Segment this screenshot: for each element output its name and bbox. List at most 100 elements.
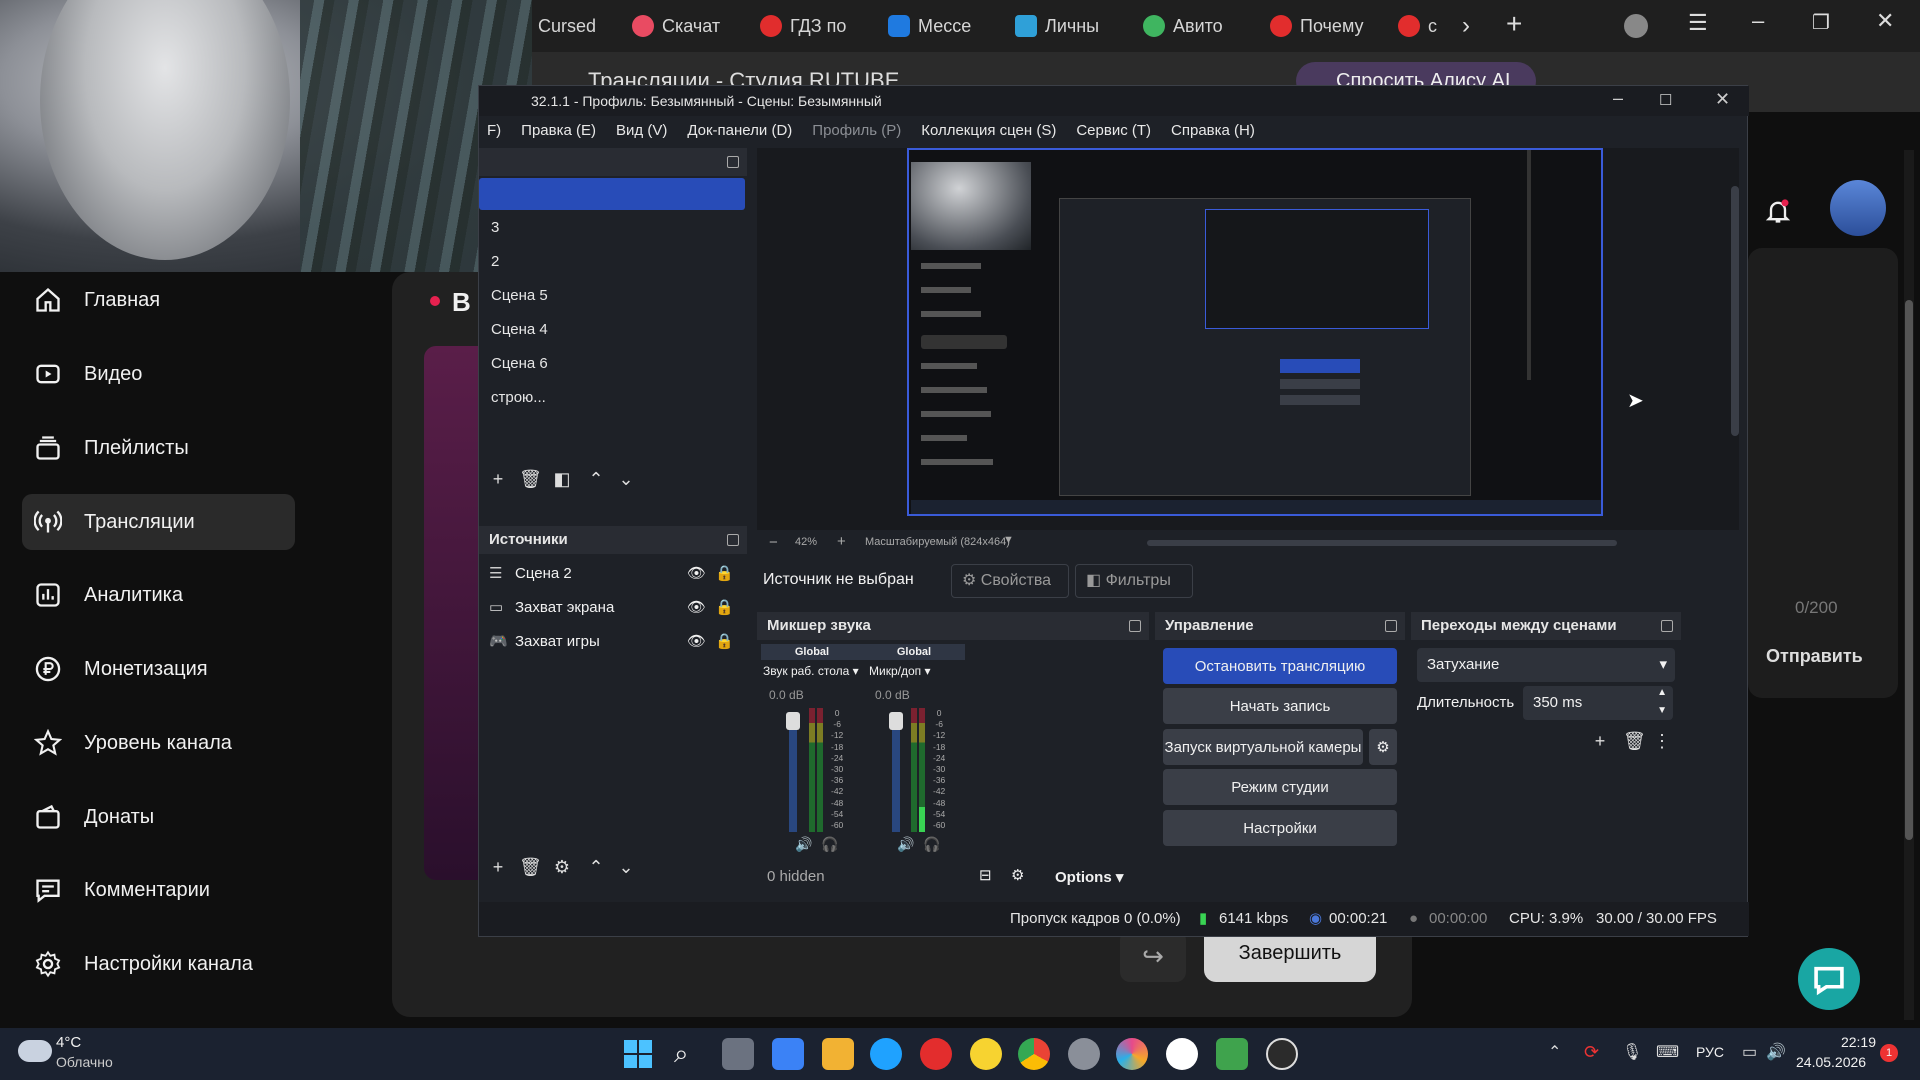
scale-dropdown-icon[interactable]: ▼: [1003, 534, 1014, 546]
scene-item-selected[interactable]: [479, 178, 745, 210]
minimize-icon[interactable]: –: [1752, 8, 1764, 34]
undock-icon[interactable]: [1661, 620, 1673, 632]
filters-button[interactable]: ◧ Фильтры: [1075, 564, 1193, 598]
language-indicator[interactable]: РУС: [1696, 1044, 1724, 1060]
visibility-eye-icon[interactable]: 👁: [687, 626, 706, 658]
obs-close-icon[interactable]: ✕: [1715, 89, 1730, 110]
scene-item[interactable]: Сцена 5: [491, 280, 548, 312]
scene-item[interactable]: строю...: [491, 382, 546, 414]
menu-help[interactable]: Справка (H): [1171, 122, 1255, 139]
preview-hscrollbar[interactable]: [1147, 540, 1617, 546]
minecraft-icon[interactable]: [1216, 1038, 1248, 1070]
remove-scene-icon[interactable]: 🗑: [519, 468, 542, 490]
sidebar-item-broadcasts[interactable]: Трансляции: [22, 494, 295, 550]
start-recording-button[interactable]: Начать запись: [1163, 688, 1397, 724]
browser-tab[interactable]: Почему: [1270, 10, 1370, 42]
yandex-icon[interactable]: [1166, 1038, 1198, 1070]
source-item-game-capture[interactable]: 🎮 Захват игры 👁 🔒: [489, 626, 739, 658]
move-up-icon[interactable]: ⌃: [585, 468, 607, 490]
sidebar-item-video[interactable]: Видео: [22, 346, 295, 402]
obs-preview-area[interactable]: ➤: [757, 148, 1739, 530]
add-scene-icon[interactable]: +: [487, 468, 509, 490]
mixer-channel-name[interactable]: Звук раб. стола ▾: [763, 664, 859, 678]
tabs-scroll-right-icon[interactable]: ›: [1462, 12, 1470, 40]
scene-item[interactable]: Сцена 6: [491, 348, 548, 380]
yandex-browser-icon[interactable]: [920, 1038, 952, 1070]
source-settings-icon[interactable]: ⚙: [551, 856, 573, 878]
browser-tab[interactable]: Cursed: [538, 10, 600, 42]
zoom-in-icon[interactable]: +: [837, 533, 846, 550]
sidebar-item-analytics[interactable]: Аналитика: [22, 567, 295, 623]
move-down-icon[interactable]: ⌄: [615, 856, 637, 878]
clock-date[interactable]: 24.05.2026: [1796, 1054, 1866, 1070]
store-icon[interactable]: [772, 1038, 804, 1070]
volume-slider[interactable]: [889, 712, 903, 832]
chrome-icon[interactable]: [1018, 1038, 1050, 1070]
search-icon[interactable]: ⌕: [674, 1038, 689, 1070]
menu-edit[interactable]: Правка (E): [521, 122, 596, 139]
sidebar-item-playlists[interactable]: Плейлисты: [22, 420, 295, 476]
notification-badge[interactable]: 1: [1880, 1044, 1898, 1062]
sidebar-item-monetization[interactable]: Монетизация: [22, 641, 295, 697]
photos-icon[interactable]: [1116, 1038, 1148, 1070]
add-source-icon[interactable]: +: [487, 856, 509, 878]
tray-app-icon[interactable]: ⟳: [1584, 1042, 1599, 1063]
monitor-headphones-icon[interactable]: 🎧: [923, 836, 940, 853]
avatar[interactable]: [1830, 180, 1886, 236]
menu-file[interactable]: F): [487, 122, 501, 139]
support-chat-icon[interactable]: [1798, 948, 1860, 1010]
undock-icon[interactable]: [1385, 620, 1397, 632]
settings-gear-icon[interactable]: [1068, 1038, 1100, 1070]
menu-icon[interactable]: ☰: [1688, 10, 1708, 36]
menu-docks[interactable]: Док-панели (D): [687, 122, 792, 139]
menu-view[interactable]: Вид (V): [616, 122, 667, 139]
start-windows-icon[interactable]: [624, 1040, 652, 1068]
restore-icon[interactable]: ❐: [1812, 10, 1830, 35]
volume-icon[interactable]: 🔊: [1766, 1042, 1786, 1062]
lock-icon[interactable]: 🔒: [715, 558, 734, 590]
weather-desc[interactable]: Облачно: [56, 1054, 113, 1070]
microphone-icon[interactable]: 🎙: [1622, 1042, 1642, 1062]
bell-icon[interactable]: [1764, 196, 1792, 226]
mute-speaker-icon[interactable]: 🔊: [897, 836, 914, 853]
mixer-channel-name[interactable]: Микр/доп ▾: [869, 664, 931, 678]
preview-canvas[interactable]: [907, 148, 1603, 516]
undock-icon[interactable]: [727, 534, 739, 546]
duration-spinbox[interactable]: 350 ms ▲ ▼: [1523, 686, 1673, 720]
menu-tools[interactable]: Сервис (T): [1076, 122, 1151, 139]
profile-icon[interactable]: [1624, 14, 1648, 38]
weather-temp[interactable]: 4°C: [56, 1034, 81, 1051]
remove-transition-icon[interactable]: 🗑: [1623, 730, 1646, 752]
page-scrollbar[interactable]: [1904, 150, 1914, 1020]
tray-chevron-up-icon[interactable]: ⌃: [1548, 1042, 1561, 1062]
obs-icon[interactable]: [1266, 1038, 1298, 1070]
task-view-icon[interactable]: [722, 1038, 754, 1070]
app-icon[interactable]: [970, 1038, 1002, 1070]
sidebar-item-channel-settings[interactable]: Настройки канала: [22, 936, 295, 992]
settings-button[interactable]: Настройки: [1163, 810, 1397, 846]
virtual-camera-settings-icon[interactable]: ⚙: [1369, 729, 1397, 765]
clock-time[interactable]: 22:19: [1816, 1034, 1876, 1050]
volume-slider[interactable]: [786, 712, 800, 832]
sidebar-item-donations[interactable]: Донаты: [22, 789, 295, 845]
layout-toggle-icon[interactable]: ⊟: [979, 866, 992, 884]
preview-vscrollbar[interactable]: [1731, 186, 1739, 436]
mute-speaker-icon[interactable]: 🔊: [795, 836, 812, 853]
undock-icon[interactable]: [1129, 620, 1141, 632]
menu-scene-collection[interactable]: Коллекция сцен (S): [921, 122, 1056, 139]
source-item-scene2[interactable]: ☰ Сцена 2 👁 🔒: [489, 558, 739, 590]
undock-icon[interactable]: [727, 156, 739, 168]
scene-item[interactable]: 2: [491, 246, 499, 278]
obs-minimize-icon[interactable]: –: [1613, 88, 1623, 109]
start-virtual-camera-button[interactable]: Запуск виртуальной камеры: [1163, 729, 1363, 765]
menu-profile[interactable]: Профиль (P): [812, 122, 901, 139]
obs-maximize-icon[interactable]: ☐: [1659, 91, 1672, 109]
lock-icon[interactable]: 🔒: [715, 592, 734, 624]
new-tab-icon[interactable]: +: [1506, 8, 1522, 40]
scene-item[interactable]: 3: [491, 212, 499, 244]
browser-tab[interactable]: ГДЗ по: [760, 10, 855, 42]
browser-tab[interactable]: Авито: [1143, 10, 1238, 42]
edge-icon[interactable]: [870, 1038, 902, 1070]
add-transition-icon[interactable]: +: [1589, 730, 1611, 752]
send-button[interactable]: Отправить: [1766, 646, 1863, 667]
